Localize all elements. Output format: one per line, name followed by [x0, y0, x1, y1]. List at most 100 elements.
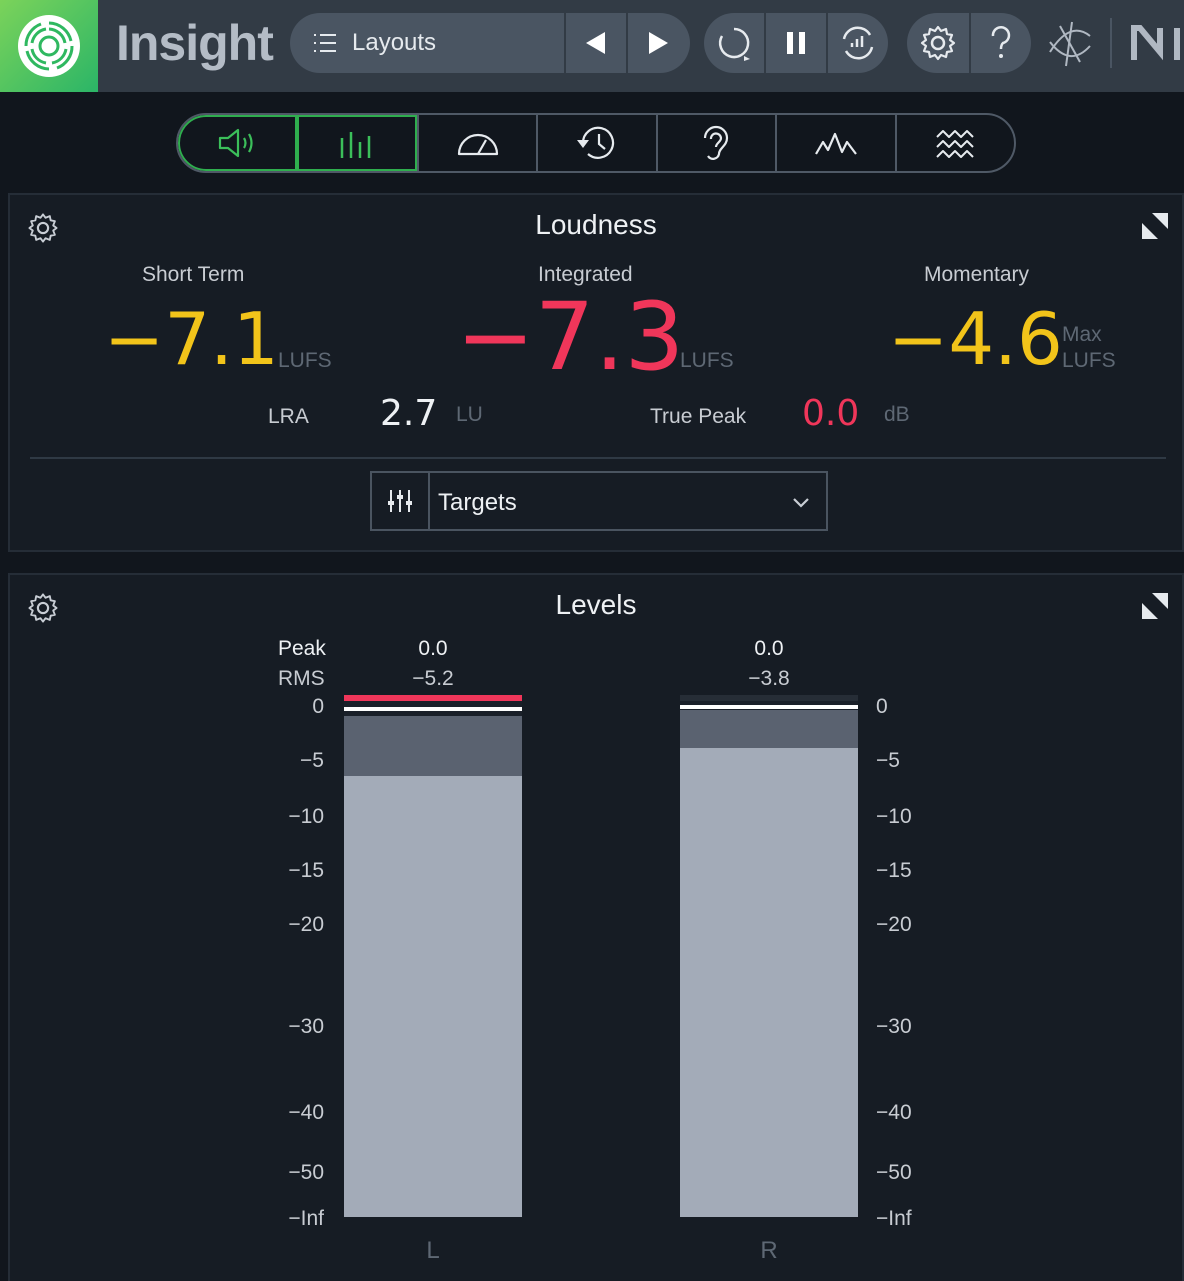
spectrogram-icon — [936, 130, 974, 158]
view-tabs — [176, 113, 1016, 173]
left-rms-value: −5.2 — [412, 667, 454, 690]
chevron-down-icon — [793, 498, 809, 508]
top-toolbar: Insight Layouts — [0, 0, 1184, 92]
help-button[interactable] — [969, 13, 1031, 73]
tab-ear[interactable] — [655, 115, 775, 171]
tab-spectrogram[interactable] — [894, 115, 1014, 171]
db-tick-label: −10 — [876, 805, 912, 828]
right-level-meter — [680, 695, 858, 1217]
db-tick-label: −40 — [876, 1101, 912, 1124]
right-channel-label: R — [760, 1237, 778, 1264]
loudness-expand-icon[interactable] — [1140, 211, 1170, 241]
reset-button[interactable] — [704, 13, 764, 73]
right-rms-value: −3.8 — [748, 667, 790, 690]
levels-panel: Levels Peak RMS 0.0 −5.2 L 0.0 −3.8 R 0 −… — [8, 573, 1184, 1281]
insight-logo-icon — [18, 15, 80, 77]
db-tick-label: −50 — [288, 1161, 324, 1184]
tab-spectrum[interactable] — [775, 115, 894, 171]
true-peak-label: True Peak — [650, 405, 747, 428]
momentary-unit-max: Max — [1062, 323, 1102, 346]
left-peak-value: 0.0 — [418, 637, 448, 660]
short-term-value: −7.1 — [104, 297, 279, 381]
history-icon — [577, 126, 615, 159]
right-peak-value: 0.0 — [754, 637, 784, 660]
rms-row-label: RMS — [278, 667, 325, 690]
settings-help-group — [907, 13, 1031, 73]
db-tick-label: −20 — [876, 913, 912, 936]
reset-icon — [718, 27, 750, 61]
loop-button[interactable] — [826, 13, 888, 73]
spectrum-icon — [814, 132, 857, 155]
lra-label: LRA — [268, 405, 309, 428]
app-logo[interactable] — [0, 0, 98, 92]
settings-icon — [920, 25, 956, 61]
loop-icon — [842, 26, 874, 60]
right-peak-bar — [680, 710, 858, 748]
loudness-panel: Loudness Short Term Integrated Momentary… — [8, 193, 1184, 552]
left-clip-indicator[interactable] — [344, 695, 522, 701]
lra-unit: LU — [456, 403, 483, 426]
tab-history[interactable] — [536, 115, 655, 171]
db-tick-label: −Inf — [876, 1207, 912, 1230]
toolbar-separator — [1110, 18, 1112, 68]
short-term-label: Short Term — [142, 263, 245, 286]
previous-layout-button[interactable] — [564, 13, 626, 73]
link-icon[interactable] — [1044, 18, 1096, 70]
layouts-nav-group: Layouts — [290, 13, 690, 73]
db-tick-label: −40 — [288, 1101, 324, 1124]
peak-row-label: Peak — [278, 637, 326, 660]
right-peak-hold-line — [680, 705, 858, 709]
left-peak-bar — [344, 716, 522, 776]
db-tick-label: −50 — [876, 1161, 912, 1184]
app-title: Insight — [116, 15, 274, 71]
short-term-unit: LUFS — [278, 349, 332, 372]
db-tick-label: −15 — [876, 859, 912, 882]
integrated-value: −7.3 — [456, 283, 685, 392]
db-tick-label: 0 — [312, 695, 324, 718]
loudness-divider — [30, 457, 1166, 459]
previous-icon — [586, 32, 605, 54]
pause-icon — [787, 32, 805, 54]
menu-icon — [314, 34, 336, 52]
targets-dropdown[interactable]: Targets — [370, 471, 828, 531]
layouts-label: Layouts — [352, 29, 437, 56]
left-peak-hold-line — [344, 707, 522, 711]
next-layout-button[interactable] — [626, 13, 688, 73]
left-rms-bar — [344, 776, 522, 1217]
momentary-unit-lufs: LUFS — [1062, 349, 1116, 372]
pause-button[interactable] — [764, 13, 826, 73]
tab-levels[interactable] — [297, 115, 417, 171]
gauge-icon — [457, 133, 498, 156]
ear-icon — [704, 125, 729, 160]
transport-group — [704, 13, 888, 73]
db-tick-label: −10 — [288, 805, 324, 828]
left-level-meter — [344, 695, 522, 1217]
right-clip-indicator[interactable] — [680, 695, 858, 701]
integrated-unit: LUFS — [680, 349, 734, 372]
ni-logo[interactable] — [1130, 24, 1184, 64]
targets-sliders-button[interactable] — [372, 473, 430, 529]
left-channel-label: L — [426, 1237, 440, 1264]
settings-button[interactable] — [907, 13, 969, 73]
next-icon — [649, 32, 668, 54]
lra-value: 2.7 — [380, 393, 438, 434]
help-icon — [991, 26, 1011, 58]
levels-expand-icon[interactable] — [1140, 591, 1170, 621]
db-tick-label: −5 — [300, 749, 324, 772]
db-tick-label: −Inf — [288, 1207, 324, 1230]
layouts-button[interactable]: Layouts — [290, 13, 564, 73]
loudness-title: Loudness — [535, 209, 657, 240]
db-tick-label: −20 — [288, 913, 324, 936]
true-peak-value: 0.0 — [802, 393, 860, 434]
db-tick-label: −15 — [288, 859, 324, 882]
targets-label: Targets — [438, 489, 517, 516]
tab-meter[interactable] — [416, 115, 536, 171]
speaker-icon — [218, 128, 253, 158]
momentary-value: −4.6 — [888, 297, 1063, 381]
tab-loudness[interactable] — [178, 115, 298, 171]
db-tick-label: −30 — [288, 1015, 324, 1038]
momentary-label: Momentary — [924, 263, 1030, 286]
right-rms-bar — [680, 748, 858, 1217]
db-tick-label: −5 — [876, 749, 900, 772]
sliders-icon — [388, 490, 412, 512]
